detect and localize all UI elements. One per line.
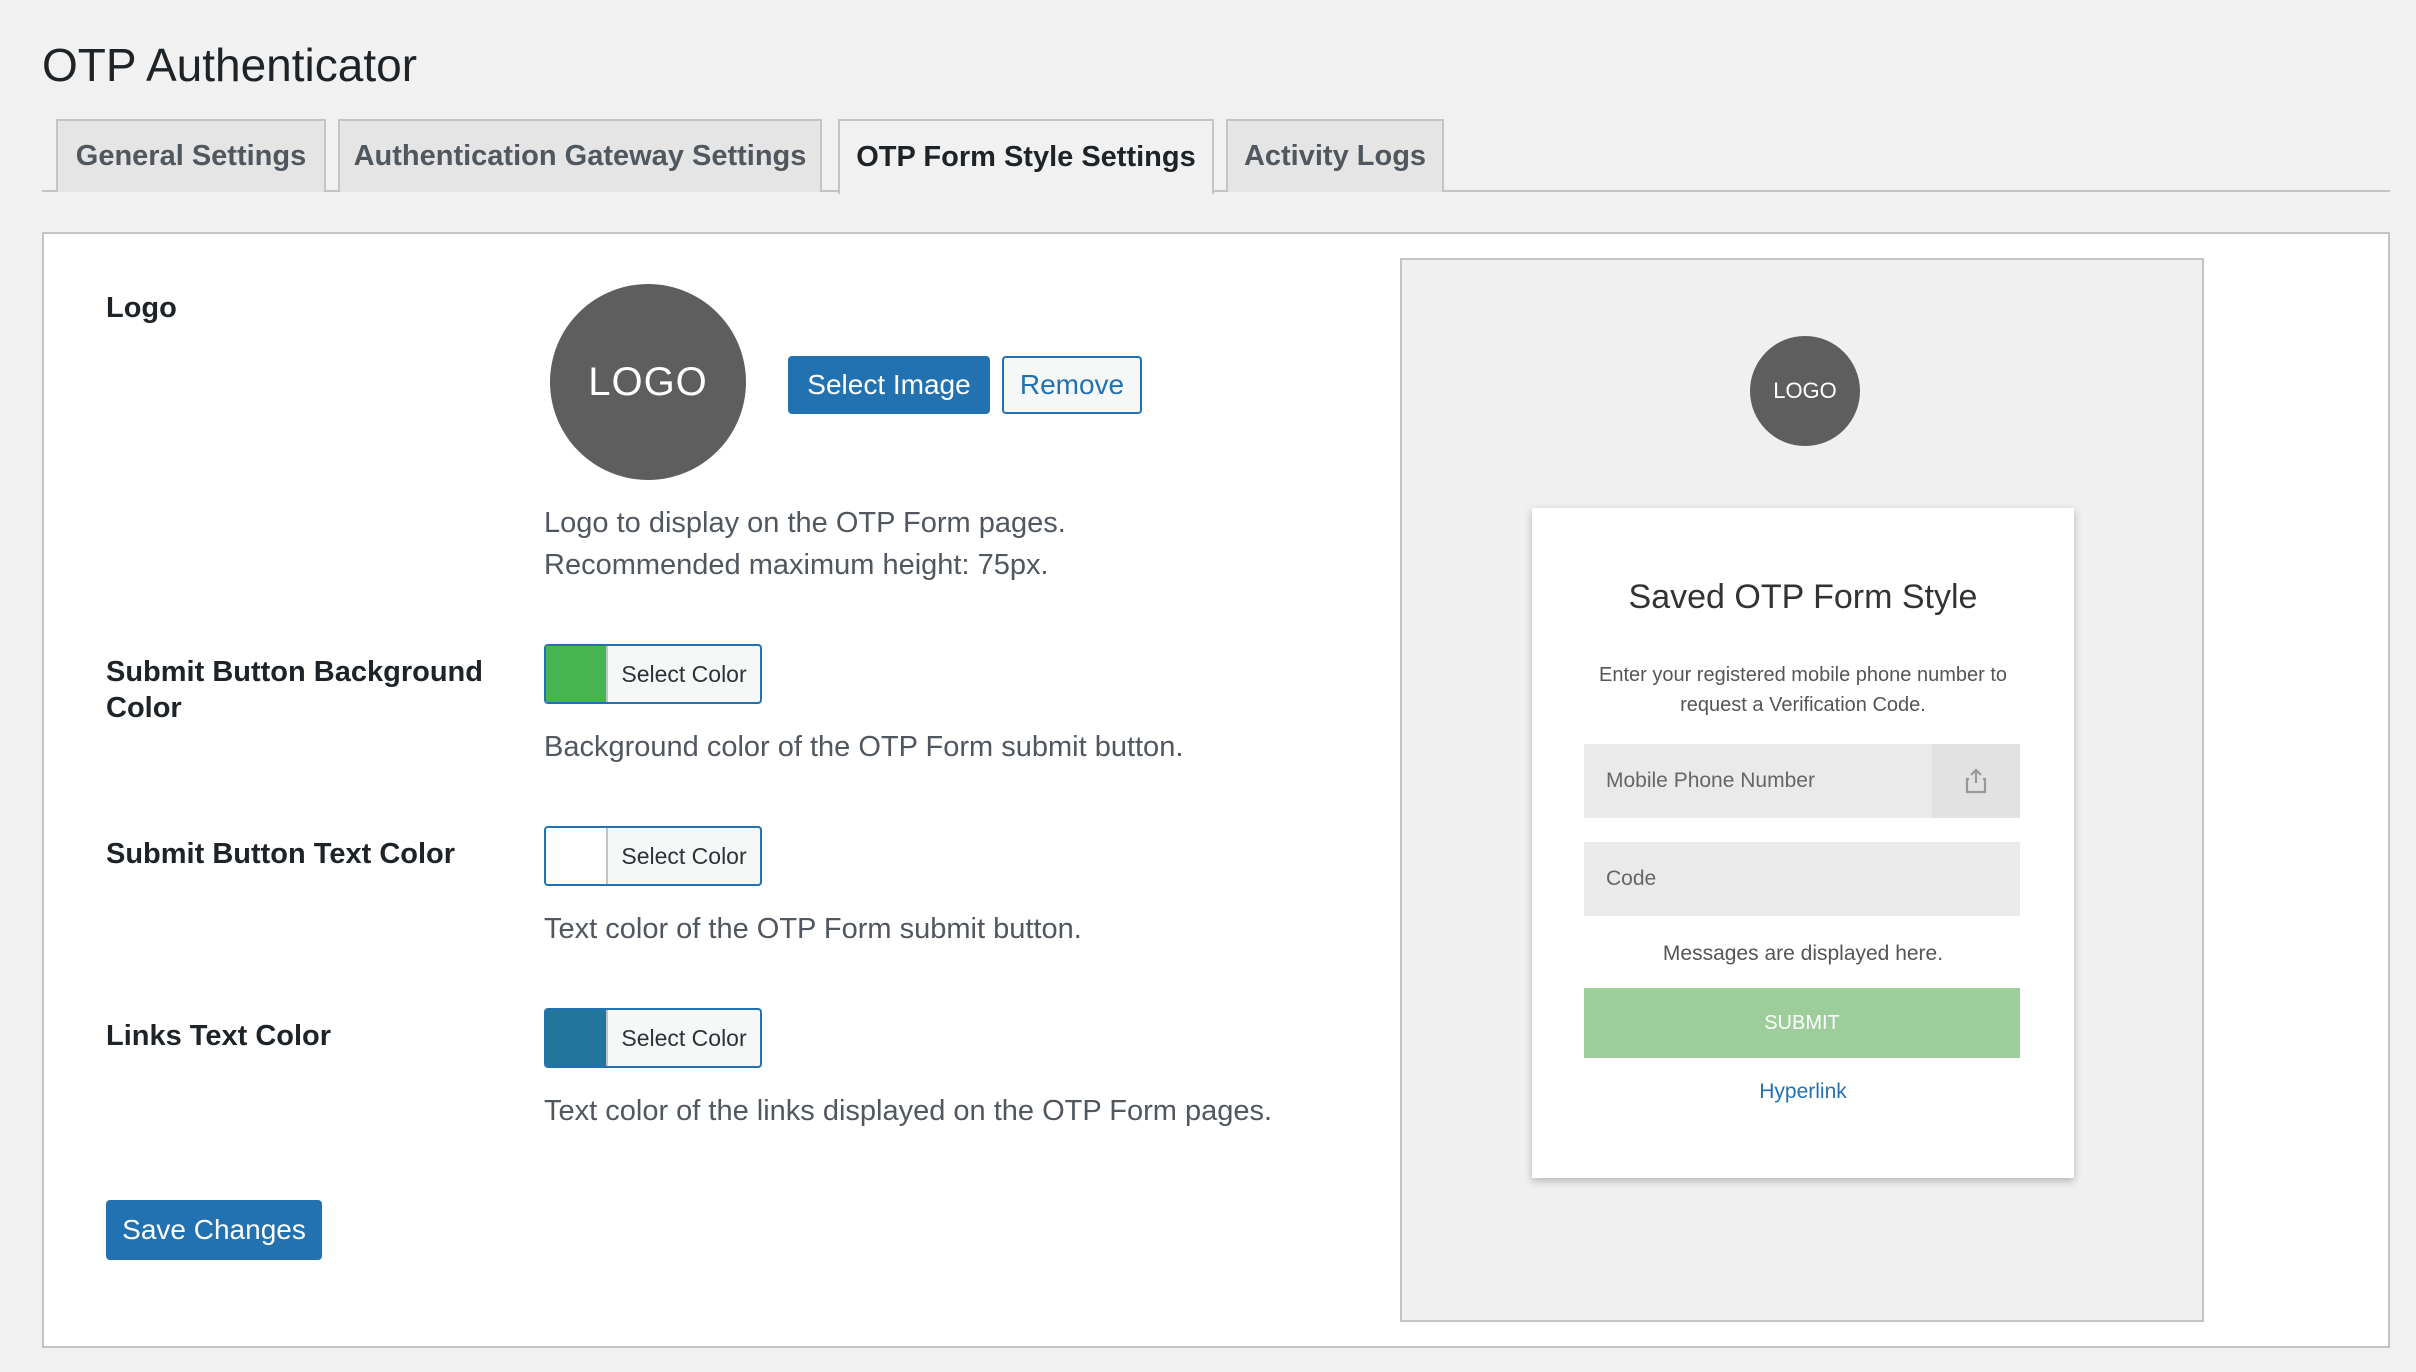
- logo-placeholder: LOGO: [550, 284, 746, 480]
- submit-bg-color-swatch: [546, 646, 608, 702]
- submit-bg-color-picker-label: Select Color: [621, 660, 747, 687]
- links-text-color-swatch: [546, 1010, 608, 1066]
- logo-label: Logo: [106, 292, 177, 324]
- preview-form-card: Saved OTP Form Style Enter your register…: [1532, 508, 2074, 1178]
- tab-general-settings[interactable]: General Settings: [56, 119, 326, 192]
- logo-description-line2: Recommended maximum height: 75px.: [544, 549, 1049, 581]
- submit-text-color-swatch: [546, 828, 608, 884]
- preview-submit-button[interactable]: SUBMIT: [1584, 988, 2020, 1058]
- preview-form-instruction: Enter your registered mobile phone numbe…: [1598, 664, 2007, 716]
- submit-text-color-picker[interactable]: Select Color: [544, 826, 762, 886]
- tab-otp-form-style-settings[interactable]: OTP Form Style Settings: [838, 119, 1214, 194]
- settings-panel: Logo LOGO Select Image Remove Logo to di…: [42, 232, 2390, 1348]
- links-text-color-picker[interactable]: Select Color: [544, 1008, 762, 1068]
- submit-bg-color-label-line2: Color: [106, 692, 182, 724]
- links-text-color-description: Text color of the links displayed on the…: [544, 1095, 1273, 1127]
- submit-text-color-description: Text color of the OTP Form submit button…: [544, 913, 1082, 945]
- preview-phone-input[interactable]: Mobile Phone Number: [1584, 744, 2020, 818]
- submit-bg-color-picker[interactable]: Select Color: [544, 644, 762, 704]
- preview-form-title: Saved OTP Form Style: [1628, 578, 1978, 616]
- links-text-color-picker-label: Select Color: [621, 1024, 747, 1051]
- submit-text-color-label: Submit Button Text Color: [106, 838, 456, 870]
- logo-description-line1: Logo to display on the OTP Form pages.: [544, 507, 1066, 539]
- preview-logo-text: LOGO: [1773, 378, 1837, 403]
- preview-message-area: Messages are displayed here.: [1662, 942, 1944, 965]
- submit-bg-color-description: Background color of the OTP Form submit …: [544, 731, 1184, 763]
- save-changes-button[interactable]: Save Changes: [106, 1200, 322, 1260]
- preview-logo: LOGO: [1750, 336, 1860, 446]
- logo-description: Logo to display on the OTP Form pages. R…: [544, 502, 1066, 586]
- share-icon[interactable]: [1932, 744, 2020, 818]
- tab-activity-logs[interactable]: Activity Logs: [1226, 119, 1444, 192]
- preview-hyperlink[interactable]: Hyperlink: [1532, 1080, 2074, 1104]
- remove-logo-button[interactable]: Remove: [1002, 356, 1142, 414]
- submit-text-color-picker-label: Select Color: [621, 842, 747, 869]
- page-title: OTP Authenticator: [42, 39, 418, 91]
- preview-code-input[interactable]: Code: [1584, 842, 2020, 916]
- otp-form-preview: LOGO Saved OTP Form Style Enter your reg…: [1400, 258, 2204, 1322]
- links-text-color-label: Links Text Color: [106, 1020, 332, 1052]
- preview-phone-placeholder: Mobile Phone Number: [1606, 769, 1815, 792]
- settings-tabs: General Settings Authentication Gateway …: [42, 119, 2390, 194]
- tab-authentication-gateway-settings[interactable]: Authentication Gateway Settings: [338, 119, 822, 192]
- logo-placeholder-text: LOGO: [588, 359, 708, 404]
- preview-code-placeholder: Code: [1606, 867, 1657, 890]
- submit-bg-color-label-line1: Submit Button Background: [106, 656, 483, 688]
- select-image-button[interactable]: Select Image: [788, 356, 990, 414]
- submit-bg-color-label: Submit Button Background Color: [106, 654, 483, 726]
